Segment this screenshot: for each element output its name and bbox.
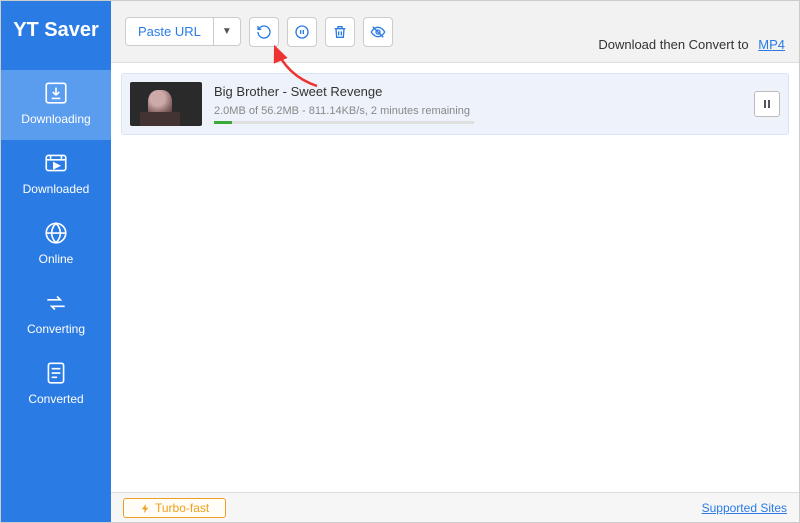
supported-sites-link[interactable]: Supported Sites xyxy=(702,501,787,515)
progress-fill xyxy=(214,121,232,124)
sidebar-item-downloading[interactable]: Downloading xyxy=(1,70,111,140)
pause-all-button[interactable] xyxy=(287,17,317,47)
convert-format-link[interactable]: MP4 xyxy=(758,37,785,52)
sidebar-item-label: Converted xyxy=(28,392,83,406)
pause-circle-icon xyxy=(294,24,310,40)
delete-button[interactable] xyxy=(325,17,355,47)
paste-url-dropdown[interactable]: ▼ xyxy=(214,17,241,46)
refresh-icon xyxy=(256,24,272,40)
sidebar-item-converted[interactable]: Converted xyxy=(1,350,111,420)
paste-url-button[interactable]: Paste URL xyxy=(125,17,214,46)
download-status: 2.0MB of 56.2MB - 811.14KB/s, 2 minutes … xyxy=(214,105,742,117)
sidebar-item-downloaded[interactable]: Downloaded xyxy=(1,140,111,210)
refresh-button[interactable] xyxy=(249,17,279,47)
pause-icon xyxy=(761,98,773,110)
sidebar-item-label: Downloaded xyxy=(23,182,90,196)
download-item[interactable]: Big Brother - Sweet Revenge 2.0MB of 56.… xyxy=(121,73,789,135)
download-title: Big Brother - Sweet Revenge xyxy=(214,84,742,99)
video-file-icon xyxy=(43,150,69,176)
progress-bar xyxy=(214,121,474,124)
hide-button[interactable] xyxy=(363,17,393,47)
sidebar-item-online[interactable]: Online xyxy=(1,210,111,280)
video-thumbnail xyxy=(130,82,202,126)
app-logo: YT Saver xyxy=(1,1,111,70)
turbo-fast-button[interactable]: Turbo-fast xyxy=(123,498,226,518)
pause-button[interactable] xyxy=(754,91,780,117)
sidebar-item-label: Downloading xyxy=(21,112,90,126)
convert-icon xyxy=(43,290,69,316)
sidebar-item-label: Online xyxy=(39,252,74,266)
convert-label: Download then Convert to MP4 xyxy=(598,37,785,52)
globe-icon xyxy=(43,220,69,246)
sidebar-item-converting[interactable]: Converting xyxy=(1,280,111,350)
eye-off-icon xyxy=(370,24,386,40)
document-icon xyxy=(43,360,69,386)
sidebar-item-label: Converting xyxy=(27,322,85,336)
bolt-icon xyxy=(140,503,151,514)
download-icon xyxy=(43,80,69,106)
trash-icon xyxy=(332,24,348,40)
